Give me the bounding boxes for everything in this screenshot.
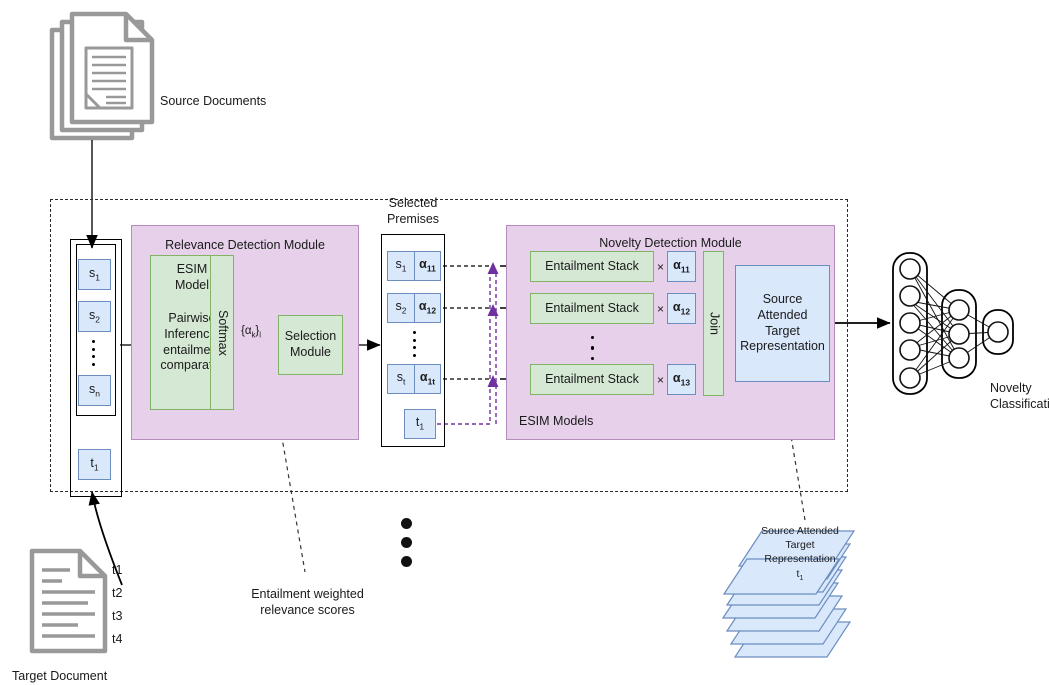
input-sentence-s1-label: s1 bbox=[89, 265, 100, 283]
novelty-alpha-2: α12 bbox=[667, 293, 696, 324]
premise-row-1: s1 α11 bbox=[387, 251, 441, 281]
premise-row-1-alpha: α11 bbox=[414, 251, 441, 281]
entailment-stack-3: Entailment Stack bbox=[530, 364, 654, 395]
input-sentence-sn: sn bbox=[78, 375, 111, 406]
selected-premises-title-line1: Selected bbox=[388, 196, 438, 210]
satr-stack-line4: t1 bbox=[796, 567, 804, 582]
novelty-module-title: Novelty Detection Module bbox=[599, 236, 742, 250]
satr-line1: Source bbox=[762, 292, 803, 307]
novelty-alpha-3: α13 bbox=[667, 364, 696, 395]
novelty-alpha-1: α11 bbox=[667, 251, 696, 282]
selected-premises-target-t1: t1 bbox=[404, 409, 436, 439]
satr-line4: Representation bbox=[740, 339, 825, 354]
entailment-caption-line2: relevance scores bbox=[260, 602, 355, 617]
target-sentence-t1: t1 bbox=[112, 563, 123, 577]
classifier-nodes bbox=[899, 258, 1009, 389]
relevance-module-title: Relevance Detection Module bbox=[165, 238, 325, 252]
source-documents-icon bbox=[49, 11, 155, 141]
satr-stack-caption: Source Attended Target Representation t1 bbox=[748, 524, 852, 583]
selection-module-line1: Selection bbox=[284, 329, 337, 344]
entailment-stack-2: Entailment Stack bbox=[530, 293, 654, 324]
figure-canvas: Source Documents Target Document t1 t2 t… bbox=[0, 0, 1049, 685]
source-documents-text-lines bbox=[92, 55, 126, 105]
classifier-edges bbox=[909, 268, 999, 379]
input-sentence-sn-label: sn bbox=[89, 381, 100, 399]
premise-row-2-sentence: s2 bbox=[387, 293, 414, 323]
input-target-t1-label: t1 bbox=[90, 455, 99, 473]
input-sentence-s1: s1 bbox=[78, 259, 111, 290]
softmax-label: Softmax bbox=[215, 309, 230, 356]
entailment-stack-3-label: Entailment Stack bbox=[545, 371, 639, 386]
target-sentence-t2: t2 bbox=[112, 586, 123, 600]
entailment-stack-2-label: Entailment Stack bbox=[545, 300, 639, 315]
multiply-symbol-3: × bbox=[657, 373, 665, 387]
entailment-stack-1: Entailment Stack bbox=[530, 251, 654, 282]
multiply-symbol-1: × bbox=[657, 260, 665, 274]
selected-premises-title: Selected Premises bbox=[368, 196, 458, 227]
diagram-repeat-ellipsis-icon bbox=[401, 518, 412, 567]
entailment-caption-line1: Entailment weighted bbox=[251, 587, 364, 601]
multiply-symbol-2: × bbox=[657, 302, 665, 316]
novelty-classification-label: Novelty Classification bbox=[990, 381, 1049, 411]
input-sentence-s2: s2 bbox=[78, 301, 111, 332]
classifier-layer-frames bbox=[892, 252, 1014, 395]
source-documents-label: Source Documents bbox=[160, 94, 267, 108]
join-box: Join bbox=[703, 251, 724, 396]
source-attended-target-representation-box: Source Attended Target Representation bbox=[735, 265, 830, 382]
selected-premises-title-line2: Premises bbox=[386, 211, 440, 226]
esim-models-label: ESIM Models bbox=[519, 414, 594, 428]
premise-row-2: s2 α12 bbox=[387, 293, 441, 323]
premise-row-1-sentence: s1 bbox=[387, 251, 414, 281]
satr-line3: Target bbox=[765, 323, 800, 338]
input-sentence-s2-label: s2 bbox=[89, 307, 100, 325]
satr-stack-line1: Source Attended bbox=[761, 525, 839, 537]
selection-module-line2: Module bbox=[290, 345, 331, 359]
target-sentence-t3: t3 bbox=[112, 609, 123, 623]
premise-row-3: st α1t bbox=[387, 364, 441, 394]
entailment-caption: Entailment weighted relevance scores bbox=[235, 587, 380, 618]
satr-stack-line3: Representation bbox=[764, 553, 836, 566]
input-target-t1: t1 bbox=[78, 449, 111, 480]
input-stack-ellipsis-icon bbox=[89, 340, 98, 366]
novelty-stacks-ellipsis-icon bbox=[588, 336, 597, 360]
premise-row-3-alpha: α1t bbox=[414, 364, 441, 394]
target-document-label: Target Document bbox=[12, 669, 108, 683]
target-document-icon bbox=[29, 548, 108, 654]
source-documents-inner-page bbox=[84, 46, 134, 110]
join-label: Join bbox=[707, 312, 722, 335]
target-sentence-t4: t4 bbox=[112, 632, 123, 646]
entailment-stack-1-label: Entailment Stack bbox=[545, 258, 639, 273]
alpha-flow-label: {αk}l bbox=[241, 325, 261, 340]
softmax-box: Softmax bbox=[210, 255, 234, 410]
selected-premises-ellipsis-icon bbox=[410, 331, 419, 357]
premise-row-2-alpha: α12 bbox=[414, 293, 441, 323]
satr-line2: Attended bbox=[757, 307, 808, 322]
premise-row-3-sentence: st bbox=[387, 364, 414, 394]
selection-module-box: Selection Module bbox=[278, 315, 343, 375]
target-document-text-lines bbox=[42, 568, 95, 638]
satr-stack-line2: Target bbox=[785, 539, 815, 552]
